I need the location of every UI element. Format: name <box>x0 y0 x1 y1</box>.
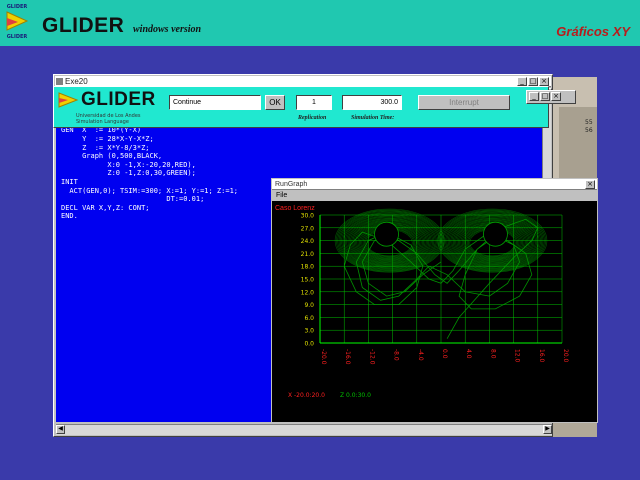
y-tick-label: 9.0 <box>304 302 314 309</box>
x-tick-label: -20.0 <box>320 349 327 365</box>
menu-file[interactable]: File <box>276 190 287 201</box>
x-tick-label: 0.0 <box>441 349 448 359</box>
graph-window: RunGraph × File Caso Lorenz 0.0 3.0 6.0 9.0 1… <box>271 178 598 423</box>
y-tick-label: 0.0 <box>304 341 314 348</box>
graph-close-button[interactable]: × <box>585 180 595 189</box>
x-tick-label: -16.0 <box>344 349 351 365</box>
glider-toolbar-window: GLIDER Universidad de Los Andes Simulati… <box>53 86 549 128</box>
replication-label: Replication <box>298 115 327 121</box>
x-tick-label: 12.0 <box>514 349 521 363</box>
toolbar-title: GLIDER <box>81 89 156 110</box>
x-tick-label: -8.0 <box>393 349 400 361</box>
simulation-time-label: Simulation Time: <box>351 115 395 121</box>
x-tick-label: -4.0 <box>417 349 424 361</box>
y-tick-label: 24.0 <box>301 238 315 245</box>
banner-section-title: Gráficos XY <box>556 24 630 39</box>
banner-title: GLIDER <box>42 14 125 37</box>
code-line: DT:=0.01; <box>61 195 205 204</box>
x-tick-label: 16.0 <box>538 349 545 363</box>
y-tick-label: 18.0 <box>301 264 315 271</box>
command-input[interactable]: Continue <box>169 95 261 110</box>
legend-z: Z 0.0:30.0 <box>340 392 371 399</box>
app-banner: GLIDER GLIDER GLIDER windows version Grá… <box>0 0 640 46</box>
code-line: END. <box>61 212 78 221</box>
logo-bottom-text: GLIDER <box>6 34 28 40</box>
graph-menubar: File <box>272 190 597 201</box>
y-tick-label: 12.0 <box>301 289 315 296</box>
system-menu-icon[interactable] <box>56 78 63 85</box>
replication-field[interactable]: 1 <box>296 95 332 110</box>
x-tick-label: 4.0 <box>465 349 472 359</box>
y-tick-label: 3.0 <box>304 328 314 335</box>
x-tick-label: 8.0 <box>489 349 496 359</box>
code-line: Z := X*Y-8/3*Z; <box>61 143 150 152</box>
minimize-button[interactable]: _ <box>517 77 527 86</box>
code-line: DECL VAR X,Y,Z: CONT; <box>61 203 150 212</box>
attractor-hole <box>374 221 399 247</box>
close-button[interactable]: × <box>539 77 549 86</box>
horizontal-scrollbar[interactable]: ◀ ▶ <box>56 424 552 435</box>
y-tick-label: 30.0 <box>301 213 315 220</box>
glider-logo: GLIDER GLIDER <box>2 4 32 40</box>
chart-title: Caso Lorenz <box>275 205 315 212</box>
code-line: Y := 28*X-Y-X*Z; <box>61 135 154 143</box>
banner-subtitle: windows version <box>133 24 202 35</box>
toolbar-subtitle-2: Simulation Language <box>76 119 129 125</box>
bg-maximize-button[interactable]: □ <box>540 92 550 101</box>
graph-titlebar[interactable]: RunGraph × <box>272 179 597 190</box>
code-line: Graph (0,500,BLACK, <box>61 152 163 161</box>
code-line: X:0 -1,X:-20,20,RED), <box>61 160 196 169</box>
y-tick-label: 6.0 <box>304 315 314 322</box>
scroll-right-button[interactable]: ▶ <box>543 425 552 434</box>
bg-minimize-button[interactable]: _ <box>529 92 539 101</box>
x-tick-label: 20.0 <box>562 349 569 363</box>
simulation-time-field[interactable]: 300.0 <box>342 95 402 110</box>
y-tick-label: 15.0 <box>301 277 315 284</box>
graph-window-title: RunGraph <box>275 181 308 188</box>
legend-x: X -20.0:20.0 <box>288 392 325 399</box>
photo-text-b: 56 <box>585 127 593 134</box>
interrupt-button[interactable]: Interrupt <box>418 95 510 110</box>
maximize-button[interactable]: □ <box>528 77 538 86</box>
code-line: Z:0 -1,Z:0,30,GREEN); <box>61 169 196 178</box>
x-tick-label: -12.0 <box>368 349 375 365</box>
scroll-left-button[interactable]: ◀ <box>56 425 65 434</box>
background-window-controls: _ □ × <box>526 90 576 104</box>
code-line: INIT <box>61 178 78 186</box>
attractor-hole <box>483 221 508 247</box>
ok-button[interactable]: OK <box>265 95 285 110</box>
photo-text-a: 55 <box>585 119 593 126</box>
xy-chart: Caso Lorenz 0.0 3.0 6.0 9.0 12.0 15.0 18.0 21.0 2… <box>275 205 569 399</box>
bg-close-button[interactable]: × <box>551 92 561 101</box>
y-tick-label: 27.0 <box>301 225 315 232</box>
y-tick-label: 21.0 <box>301 251 315 258</box>
glider-small-logo-icon <box>58 92 79 108</box>
code-line: ACT(GEN,0); TSIM:=300; X:=1; Y:=1; Z:=1; <box>61 186 239 195</box>
